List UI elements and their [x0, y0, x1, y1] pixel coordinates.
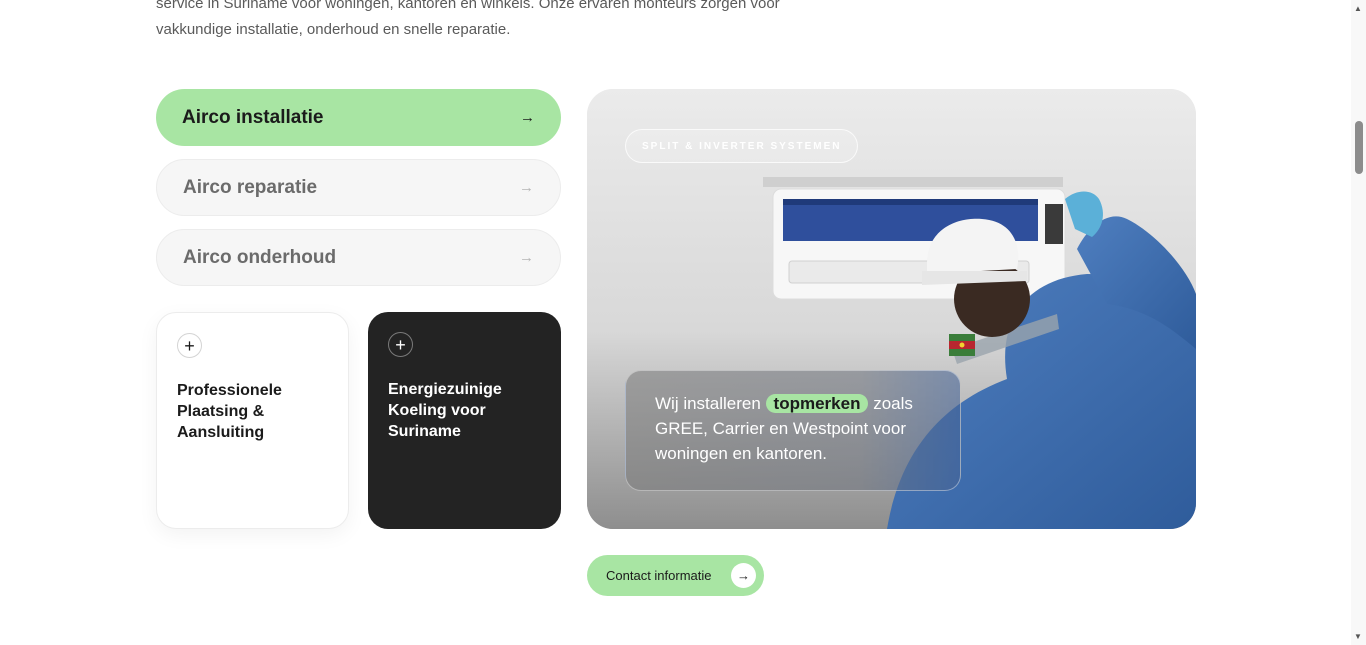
feature-card-title: Energiezuinige Koeling voor Suriname: [388, 381, 502, 440]
tab-label: Airco onderhoud: [183, 246, 337, 268]
tab-label: Airco installatie: [182, 106, 324, 128]
tab-airco-onderhoud[interactable]: Airco onderhoud →: [156, 229, 561, 286]
vertical-scrollbar[interactable]: ▲ ▼: [1351, 0, 1366, 645]
tab-airco-installatie[interactable]: Airco installatie →: [156, 89, 561, 146]
scrollbar-thumb[interactable]: [1355, 121, 1363, 174]
feature-card-title: Professionele Plaatsing & Aansluiting: [177, 382, 282, 441]
intro-line-2: vakkundige installatie, onderhoud en sne…: [156, 21, 511, 38]
quote-highlight: topmerken: [765, 394, 869, 413]
contact-info-button[interactable]: Contact informatie →: [587, 555, 764, 596]
plus-icon[interactable]: +: [177, 333, 202, 358]
tab-airco-reparatie[interactable]: Airco reparatie →: [156, 159, 561, 216]
quote-text-before: Wij installeren: [655, 394, 766, 413]
scroll-down-icon[interactable]: ▼: [1354, 632, 1362, 641]
feature-card-koeling[interactable]: + Energiezuinige Koeling voor Suriname: [368, 312, 561, 529]
tab-label: Airco reparatie: [183, 176, 318, 198]
hero-quote: Wij installeren topmerken zoals GREE, Ca…: [625, 370, 961, 491]
arrow-right-icon: →: [520, 109, 535, 126]
intro-line-1: service in Suriname voor woningen, kanto…: [156, 0, 780, 12]
feature-card-plaatsing[interactable]: + Professionele Plaatsing & Aansluiting: [156, 312, 349, 529]
contact-info-label: Contact informatie: [606, 568, 712, 583]
arrow-right-icon: →: [519, 249, 534, 266]
hero-chip: SPLIT & INVERTER SYSTEMEN: [625, 129, 859, 163]
intro-text: service in Suriname voor woningen, kanto…: [156, 0, 856, 43]
hero-image-panel: SPLIT & INVERTER SYSTEMEN Wij installere…: [587, 89, 1196, 529]
plus-icon[interactable]: +: [388, 332, 413, 357]
arrow-right-icon: →: [519, 179, 534, 196]
arrow-right-icon: →: [731, 563, 756, 588]
scroll-up-icon[interactable]: ▲: [1354, 4, 1362, 13]
